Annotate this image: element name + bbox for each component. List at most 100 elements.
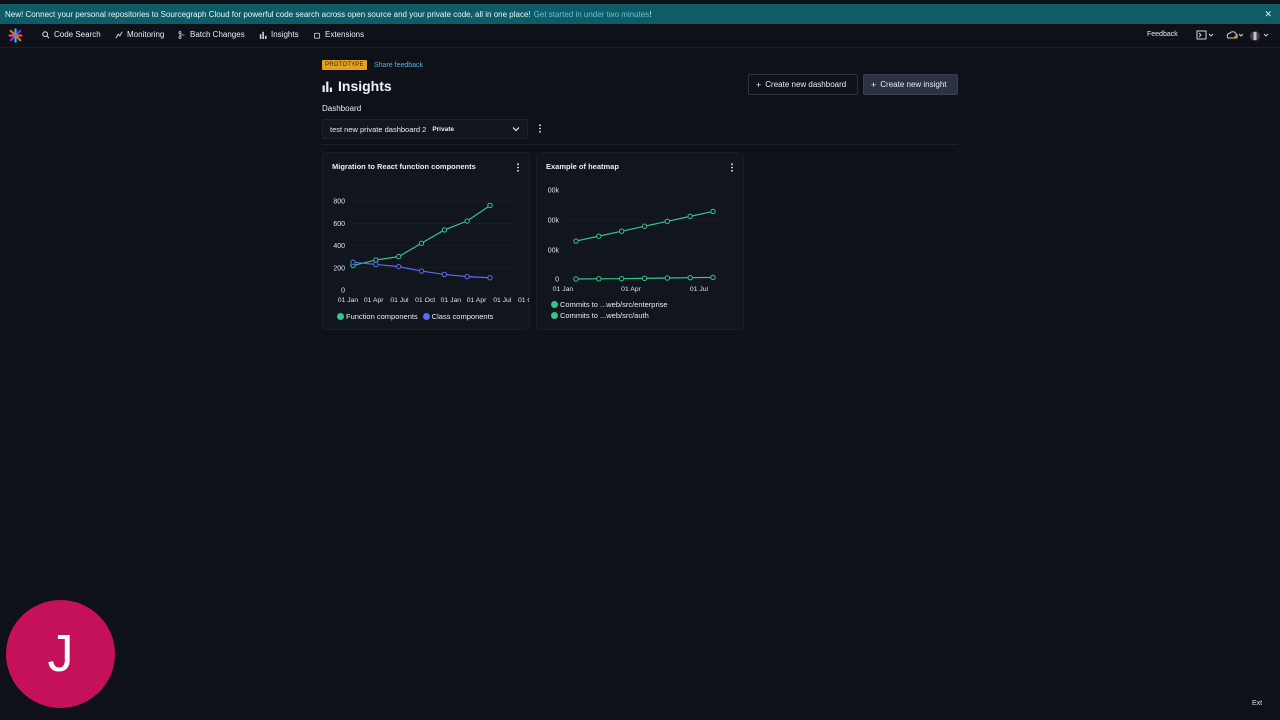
nav-label: Batch Changes: [190, 30, 245, 39]
y-tick-label: 00k: [548, 188, 560, 195]
dashboard-label: Dashboard: [322, 104, 362, 113]
data-point: [441, 227, 448, 233]
monitoring-icon: [115, 31, 123, 38]
legend-label: Function components: [346, 312, 418, 321]
banner-link[interactable]: Get started in under two minutes: [534, 10, 650, 19]
data-point: [395, 263, 402, 270]
data-point: [664, 275, 671, 281]
bar-chart-icon: [259, 31, 267, 39]
button-label: Create new dashboard: [765, 80, 847, 89]
data-point: [487, 202, 493, 209]
line-chart: 800 600 400 200 0 01 Jan 01 Apr 01 Jul 01 Oct 01 …: [333, 199, 529, 305]
y-tick-label: 00k: [548, 248, 560, 255]
visibility-badge: Private: [432, 125, 454, 133]
sourcegraph-logo[interactable]: [8, 28, 23, 43]
puzzle-icon: [314, 32, 321, 39]
data-point: [596, 276, 602, 282]
series-line: [352, 204, 491, 267]
chevron-down-icon: [512, 127, 520, 132]
x-tick-label: 01 Jul: [493, 297, 512, 304]
legend-swatch: [337, 313, 344, 320]
legend-swatch: [551, 301, 558, 308]
top-navbar: Code Search Monitoring Batch Changes Ins…: [0, 24, 1280, 48]
x-tick-label: 01 Jul: [690, 286, 709, 293]
y-tick-label: 0: [341, 288, 345, 295]
legend-label: Class components: [431, 312, 494, 321]
insight-card-heatmap[interactable]: Example of heatmap 00k 00k 00k 0 01 Jan 01 Ap…: [536, 152, 744, 330]
chart-legend-item: Commits to ...web/src/enterprise: [551, 300, 668, 309]
dashboard-name: test new private dashboard 2: [330, 124, 427, 134]
avatar-letter: J: [47, 625, 74, 683]
nav-batch-changes[interactable]: Batch Changes: [178, 30, 245, 39]
close-icon[interactable]: ✕: [1264, 9, 1272, 20]
nav-label: Code Search: [54, 30, 101, 39]
terminal-icon[interactable]: [1196, 30, 1214, 40]
feedback-link[interactable]: Feedback: [1147, 31, 1178, 38]
data-point: [641, 223, 648, 229]
data-point: [641, 275, 648, 282]
x-tick-label: 01 Jan: [338, 297, 359, 304]
data-point: [441, 271, 448, 278]
data-point: [596, 233, 602, 239]
nav-label: Monitoring: [127, 30, 165, 39]
nav-monitoring[interactable]: Monitoring: [115, 30, 164, 39]
share-feedback-link[interactable]: Share feedback: [374, 62, 423, 69]
batch-changes-icon: [178, 30, 185, 39]
banner-text: New! Connect your personal repositories …: [5, 9, 531, 19]
kebab-menu-icon[interactable]: [538, 124, 542, 133]
y-tick-label: 400: [333, 243, 345, 250]
data-point: [664, 218, 671, 225]
bar-chart-icon: [322, 81, 333, 92]
button-label: Create new insight: [880, 80, 947, 89]
chart-legend: Function components Class components: [337, 312, 493, 321]
x-tick-label: 01 Jan: [441, 297, 462, 304]
create-insight-button[interactable]: + Create new insight: [863, 74, 958, 95]
ext-label: Ext: [1252, 700, 1263, 707]
cloud-status-icon[interactable]: [1226, 30, 1244, 40]
plus-icon: +: [871, 79, 877, 90]
nav-label: Insights: [271, 30, 299, 39]
data-point: [350, 259, 356, 265]
data-point: [618, 275, 625, 282]
data-point: [395, 253, 402, 260]
x-tick-label: 01 Apr: [621, 286, 641, 293]
y-tick-label: 00k: [548, 218, 560, 225]
data-point: [687, 213, 693, 220]
insight-card-migration[interactable]: Migration to React function components 8…: [322, 152, 530, 330]
page-title-row: Insights: [322, 78, 392, 94]
nav-label: Extensions: [325, 30, 365, 39]
data-point: [418, 240, 425, 246]
user-avatar[interactable]: [1249, 30, 1269, 42]
data-point: [464, 218, 470, 224]
data-point: [687, 274, 693, 281]
data-point: [710, 274, 716, 281]
y-tick-label: 200: [333, 265, 345, 272]
data-point: [573, 238, 579, 244]
page-title: Insights: [338, 78, 392, 94]
data-point: [573, 276, 579, 282]
y-tick-label: 0: [555, 277, 559, 284]
search-icon: [42, 30, 50, 39]
data-point: [618, 228, 625, 234]
announcement-banner: New! Connect your personal repositories …: [0, 4, 1280, 24]
data-point: [487, 275, 493, 281]
nav-insights[interactable]: Insights: [259, 30, 299, 39]
data-point: [418, 268, 425, 274]
chart-legend-item: Commits to ...web/src/auth: [551, 311, 649, 320]
presenter-avatar: J: [6, 600, 115, 708]
legend-label: Commits to ...web/src/auth: [560, 311, 649, 320]
y-tick-label: 800: [333, 199, 345, 206]
nav-extensions[interactable]: Extensions: [313, 30, 364, 39]
x-tick-label: 01 Apr: [467, 297, 487, 304]
legend-swatch: [551, 312, 558, 319]
data-point: [373, 261, 379, 268]
nav-code-search[interactable]: Code Search: [42, 30, 101, 39]
data-point: [710, 208, 716, 215]
x-tick-label: 01 Apr: [364, 297, 384, 304]
plus-icon: +: [756, 79, 762, 90]
x-tick-label: 01 Jul: [390, 297, 409, 304]
create-dashboard-button[interactable]: + Create new dashboard: [748, 74, 858, 95]
x-tick-label: 01 Jan: [553, 286, 574, 293]
dashboard-select[interactable]: test new private dashboard 2 Private: [322, 119, 528, 139]
legend-swatch: [422, 313, 430, 320]
